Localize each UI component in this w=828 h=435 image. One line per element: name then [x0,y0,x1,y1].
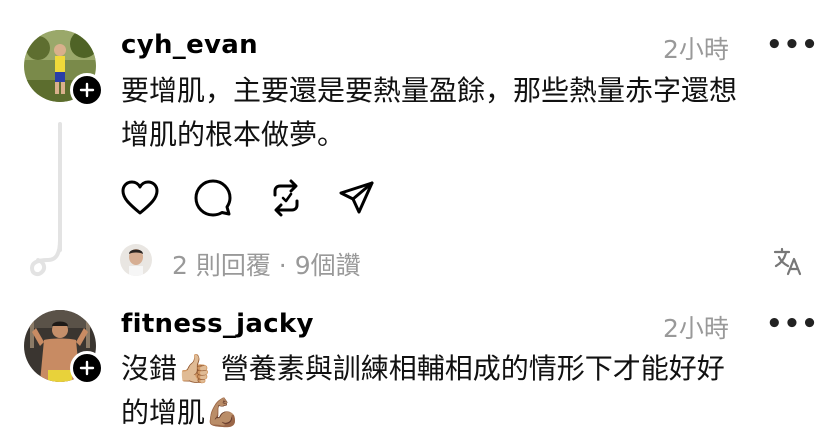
like-button[interactable] [120,178,160,218]
more-options-button[interactable]: ••• [766,30,819,60]
comment-text-line: 增肌的根本做夢。 [121,118,346,151]
more-options-button[interactable]: ••• [766,309,819,339]
follow-plus-button[interactable] [70,351,104,385]
comment-username[interactable]: fitness_jacky [121,309,314,339]
comment-text-line: 沒錯👍🏼 營養素與訓練相輔相成的情形下才能好好 [121,352,725,385]
send-icon [339,181,374,214]
thread-line [58,122,62,252]
comment-timestamp: 2小時 [663,35,729,64]
reply-button[interactable] [193,178,233,218]
plus-icon [79,82,95,98]
heart-icon [121,180,159,215]
translate-button[interactable] [768,241,808,281]
replier-avatar [120,244,152,276]
comment-timestamp: 2小時 [663,314,729,343]
share-button[interactable] [337,178,377,218]
comment-icon [194,179,232,217]
translate-icon [773,247,802,276]
thread-curl-icon [29,240,62,277]
replies-likes-count[interactable]: 2 則回覆 · 9個讚 [172,246,361,282]
comment-text: 沒錯👍🏼 營養素與訓練相輔相成的情形下才能好好 的增肌💪🏽 [121,347,811,435]
plus-icon [79,360,95,376]
repost-icon [273,179,299,217]
follow-plus-button[interactable] [70,73,104,107]
comment-text-line: 的增肌💪🏽 [121,396,240,429]
comment-text-line: 要增肌，主要還是要熱量盈餘，那些熱量赤字還想 [121,74,738,107]
repost-button[interactable] [266,178,306,218]
comment-text: 要增肌，主要還是要熱量盈餘，那些熱量赤字還想 增肌的根本做夢。 [121,69,811,157]
comment-username[interactable]: cyh_evan [121,30,258,60]
